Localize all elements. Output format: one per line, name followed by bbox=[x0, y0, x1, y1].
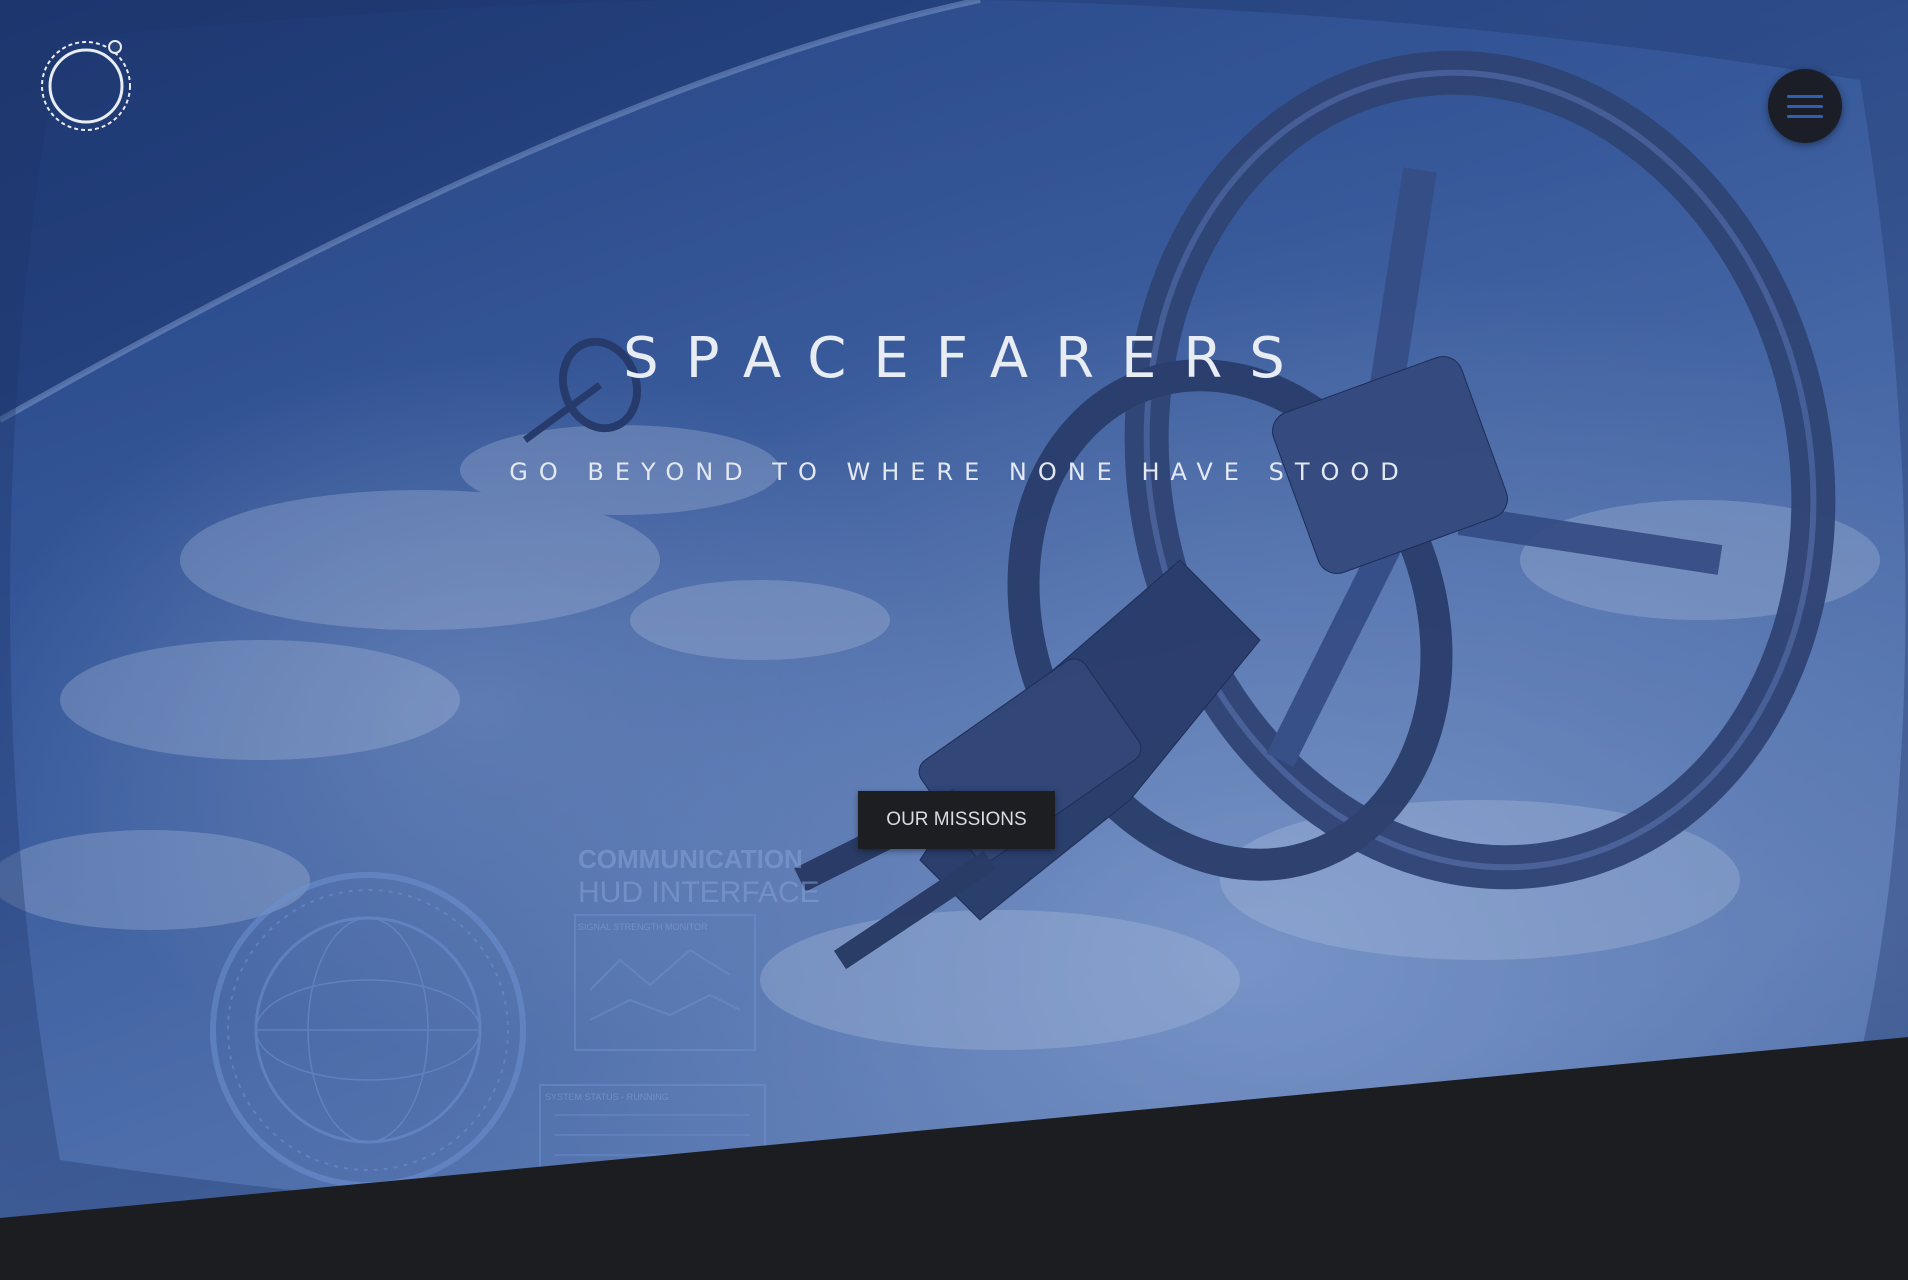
orbit-ring-icon bbox=[41, 40, 131, 131]
site-title: SPACEFARERS bbox=[623, 326, 1312, 391]
hero-tint-overlay bbox=[0, 0, 1908, 1280]
menu-button[interactable] bbox=[1768, 69, 1842, 143]
page: COMMUNICATION HUD INTERFACE SIGNAL STREN… bbox=[0, 0, 1908, 1280]
site-logo[interactable] bbox=[38, 36, 138, 136]
hero-section: COMMUNICATION HUD INTERFACE SIGNAL STREN… bbox=[0, 0, 1908, 1280]
hamburger-menu-icon bbox=[1787, 88, 1823, 125]
site-tagline: GO BEYOND TO WHERE NONE HAVE STOOD bbox=[509, 458, 1410, 486]
our-missions-button[interactable]: OUR MISSIONS bbox=[858, 791, 1055, 849]
